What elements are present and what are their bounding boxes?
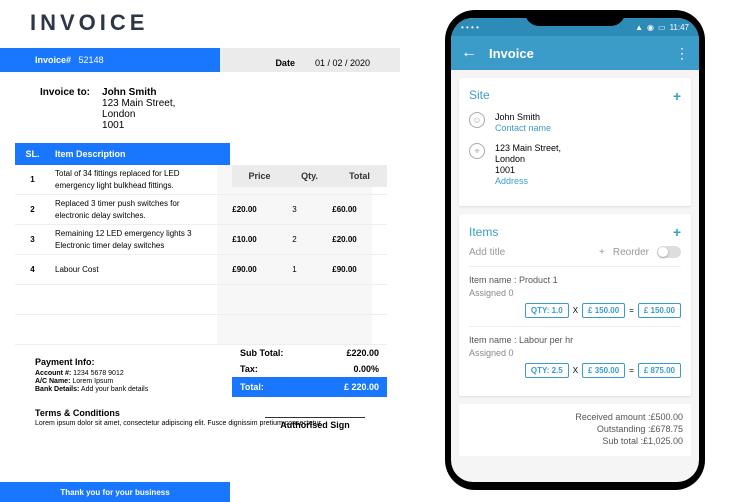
phone-preview: • • • • ▲ ◉ ▭ 11:47 ← Invoice ⋮ Site + [400,0,750,500]
to-addr1: 123 Main Street, [102,98,175,109]
site-card: Site + ☺ John Smith Contact name ⌖ 123 [459,78,691,206]
table-row-empty [15,315,387,345]
back-icon[interactable]: ← [461,44,477,62]
invoice-title: INVOICE [30,10,400,36]
clock: 11:47 [670,23,689,32]
site-person-row[interactable]: ☺ John Smith Contact name [469,112,681,133]
table-header-left: SL. Item Description [15,143,230,165]
to-addr3: 1001 [102,120,175,131]
items-title: Items [469,225,498,239]
status-dots: • • • • [461,23,479,32]
table-row: 4 Labour Cost £90.00 1 £90.00 [15,255,387,285]
kebab-icon[interactable]: ⋮ [675,45,689,62]
price-pill[interactable]: £ 150.00 [582,303,625,318]
notch [525,10,625,26]
table-row-empty [15,285,387,315]
add-reorder-row: Add title + Reorder [469,246,681,258]
site-person: John Smith [495,112,551,122]
price-pill[interactable]: £ 350.00 [582,363,625,378]
phone-frame: • • • • ▲ ◉ ▭ 11:47 ← Invoice ⋮ Site + [445,10,705,490]
date-row: Date 01 / 02 / 2020 [275,58,370,68]
thanks-banner: Thank you for your business [0,482,230,502]
site-address-row[interactable]: ⌖ 123 Main Street, London 1001 Address [469,143,681,186]
battery-icon: ▭ [658,23,666,32]
th-sl: SL. [15,149,50,159]
reorder-toggle[interactable] [657,246,681,258]
address-link[interactable]: Address [495,176,561,186]
content-area[interactable]: Site + ☺ John Smith Contact name ⌖ 123 [451,70,699,482]
wifi-icon: ◉ [647,23,654,32]
qty-pill[interactable]: QTY: 2.5 [525,363,569,378]
qty-pill[interactable]: QTY: 1.0 [525,303,569,318]
signal-icon: ▲ [635,23,643,32]
to-addr2: London [102,109,175,120]
person-icon: ☺ [469,112,485,128]
th-total: Total [332,171,387,181]
date-label: Date [275,58,295,68]
invoice-number: 52148 [79,55,104,65]
invoice-document: INVOICE Invoice# 52148 Date 01 / 02 / 20… [0,0,400,500]
invoice-to-block: Invoice to: John Smith 123 Main Street, … [40,87,400,131]
invoice-number-banner: Invoice# 52148 [0,48,220,72]
th-desc: Item Description [50,149,230,159]
to-label: Invoice to: [40,87,90,131]
site-title: Site [469,88,490,104]
table-header-right: Price Qty. Total [232,165,387,187]
date-value: 01 / 02 / 2020 [315,58,370,68]
subtotals-block: Sub Total:£220.00 Tax:0.00% Total:£ 220.… [232,345,387,397]
total-pill: £ 150.00 [638,303,681,318]
th-qty: Qty. [287,171,332,181]
app-title: Invoice [489,46,663,61]
item-block: Item name : Product 1 Assigned 0 QTY: 1.… [469,266,681,318]
add-site-icon[interactable]: + [673,88,681,104]
phone-screen: • • • • ▲ ◉ ▭ 11:47 ← Invoice ⋮ Site + [451,18,699,482]
table-body: 1 Total of 34 fittings replaced for LED … [15,165,387,345]
app-bar: ← Invoice ⋮ [451,36,699,70]
plus-icon[interactable]: + [599,247,605,258]
to-name: John Smith [102,87,175,98]
items-card: Items + Add title + Reorder Item name : … [459,214,691,396]
add-title-input[interactable]: Add title [469,247,591,258]
table-row: 2 Replaced 3 timer push switches for ele… [15,195,387,225]
item-block: Item name : Labour per hr Assigned 0 QTY… [469,326,681,378]
contact-name-link[interactable]: Contact name [495,123,551,133]
location-icon: ⌖ [469,143,485,159]
add-item-icon[interactable]: + [673,224,681,240]
totals-card: Received amount :£500.00 Outstanding :£6… [459,404,691,456]
th-price: Price [232,171,287,181]
reorder-label: Reorder [613,247,649,258]
payment-info: Payment Info: Account #: 1234 5678 9012 … [35,357,185,393]
total-pill: £ 875.00 [638,363,681,378]
invoice-number-label: Invoice# [35,55,71,65]
table-row: 3 Remaining 12 LED emergency lights 3 El… [15,225,387,255]
